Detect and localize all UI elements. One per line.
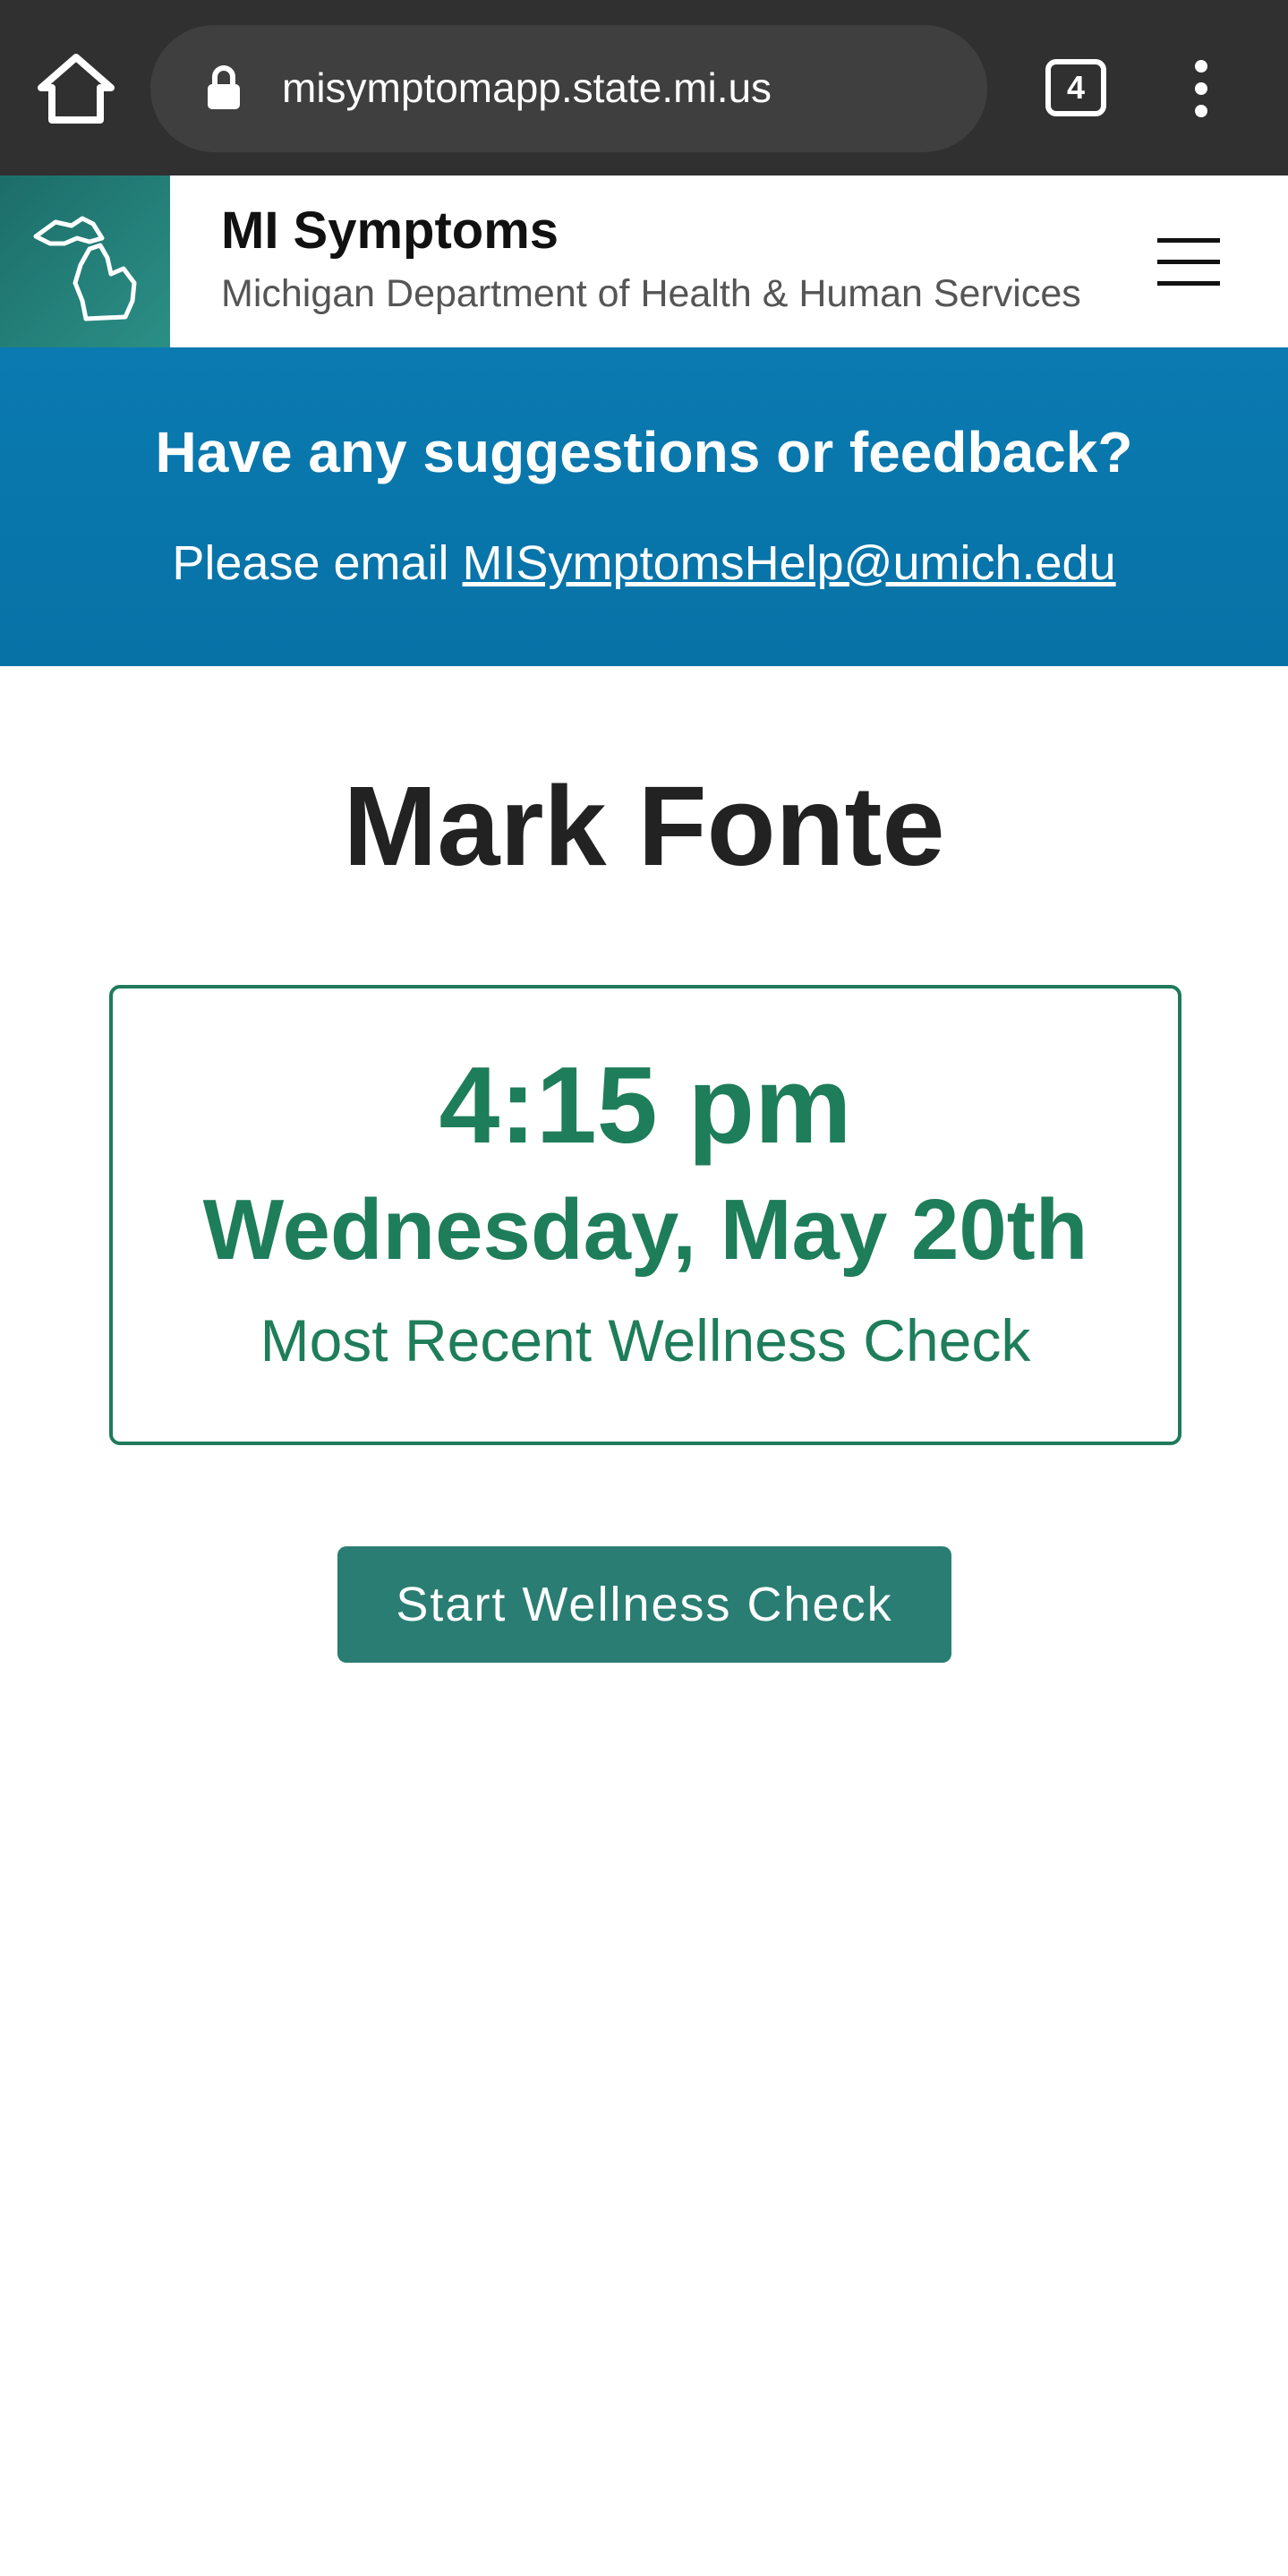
feedback-title: Have any suggestions or feedback? (155, 420, 1133, 484)
url-text[interactable]: misymptomapp.state.mi.us (282, 59, 772, 116)
site-title[interactable]: MI Symptoms (221, 201, 559, 261)
site-header: MI Symptoms Michigan Department of Healt… (0, 175, 1288, 347)
michigan-map-icon[interactable] (0, 175, 170, 347)
check-caption: Most Recent Wellness Check (260, 1307, 1031, 1374)
start-wellness-check-button[interactable]: Start Wellness Check (337, 1546, 951, 1663)
home-icon[interactable] (36, 52, 116, 125)
feedback-text: Please email MISymptomsHelp@umich.edu (0, 535, 1288, 591)
tabs-icon[interactable]: 4 (1045, 59, 1106, 116)
address-bar[interactable]: misymptomapp.state.mi.us (150, 25, 987, 152)
feedback-email-link[interactable]: MISymptomsHelp@umich.edu (463, 536, 1116, 590)
lock-icon (206, 64, 242, 111)
browser-toolbar: misymptomapp.state.mi.us 4 (0, 0, 1288, 175)
wellness-check-card: 4:15 pm Wednesday, May 20th Most Recent … (109, 985, 1181, 1445)
user-name: Mark Fonte (343, 763, 945, 889)
site-subtitle: Michigan Department of Health & Human Se… (221, 272, 1081, 315)
feedback-prefix: Please email (172, 536, 463, 590)
feedback-banner: Have any suggestions or feedback? Please… (0, 347, 1288, 666)
vertical-dots-icon[interactable] (1183, 59, 1219, 118)
check-date: Wednesday, May 20th (202, 1182, 1088, 1278)
check-time: 4:15 pm (439, 1044, 852, 1166)
hamburger-icon[interactable] (1157, 233, 1220, 290)
